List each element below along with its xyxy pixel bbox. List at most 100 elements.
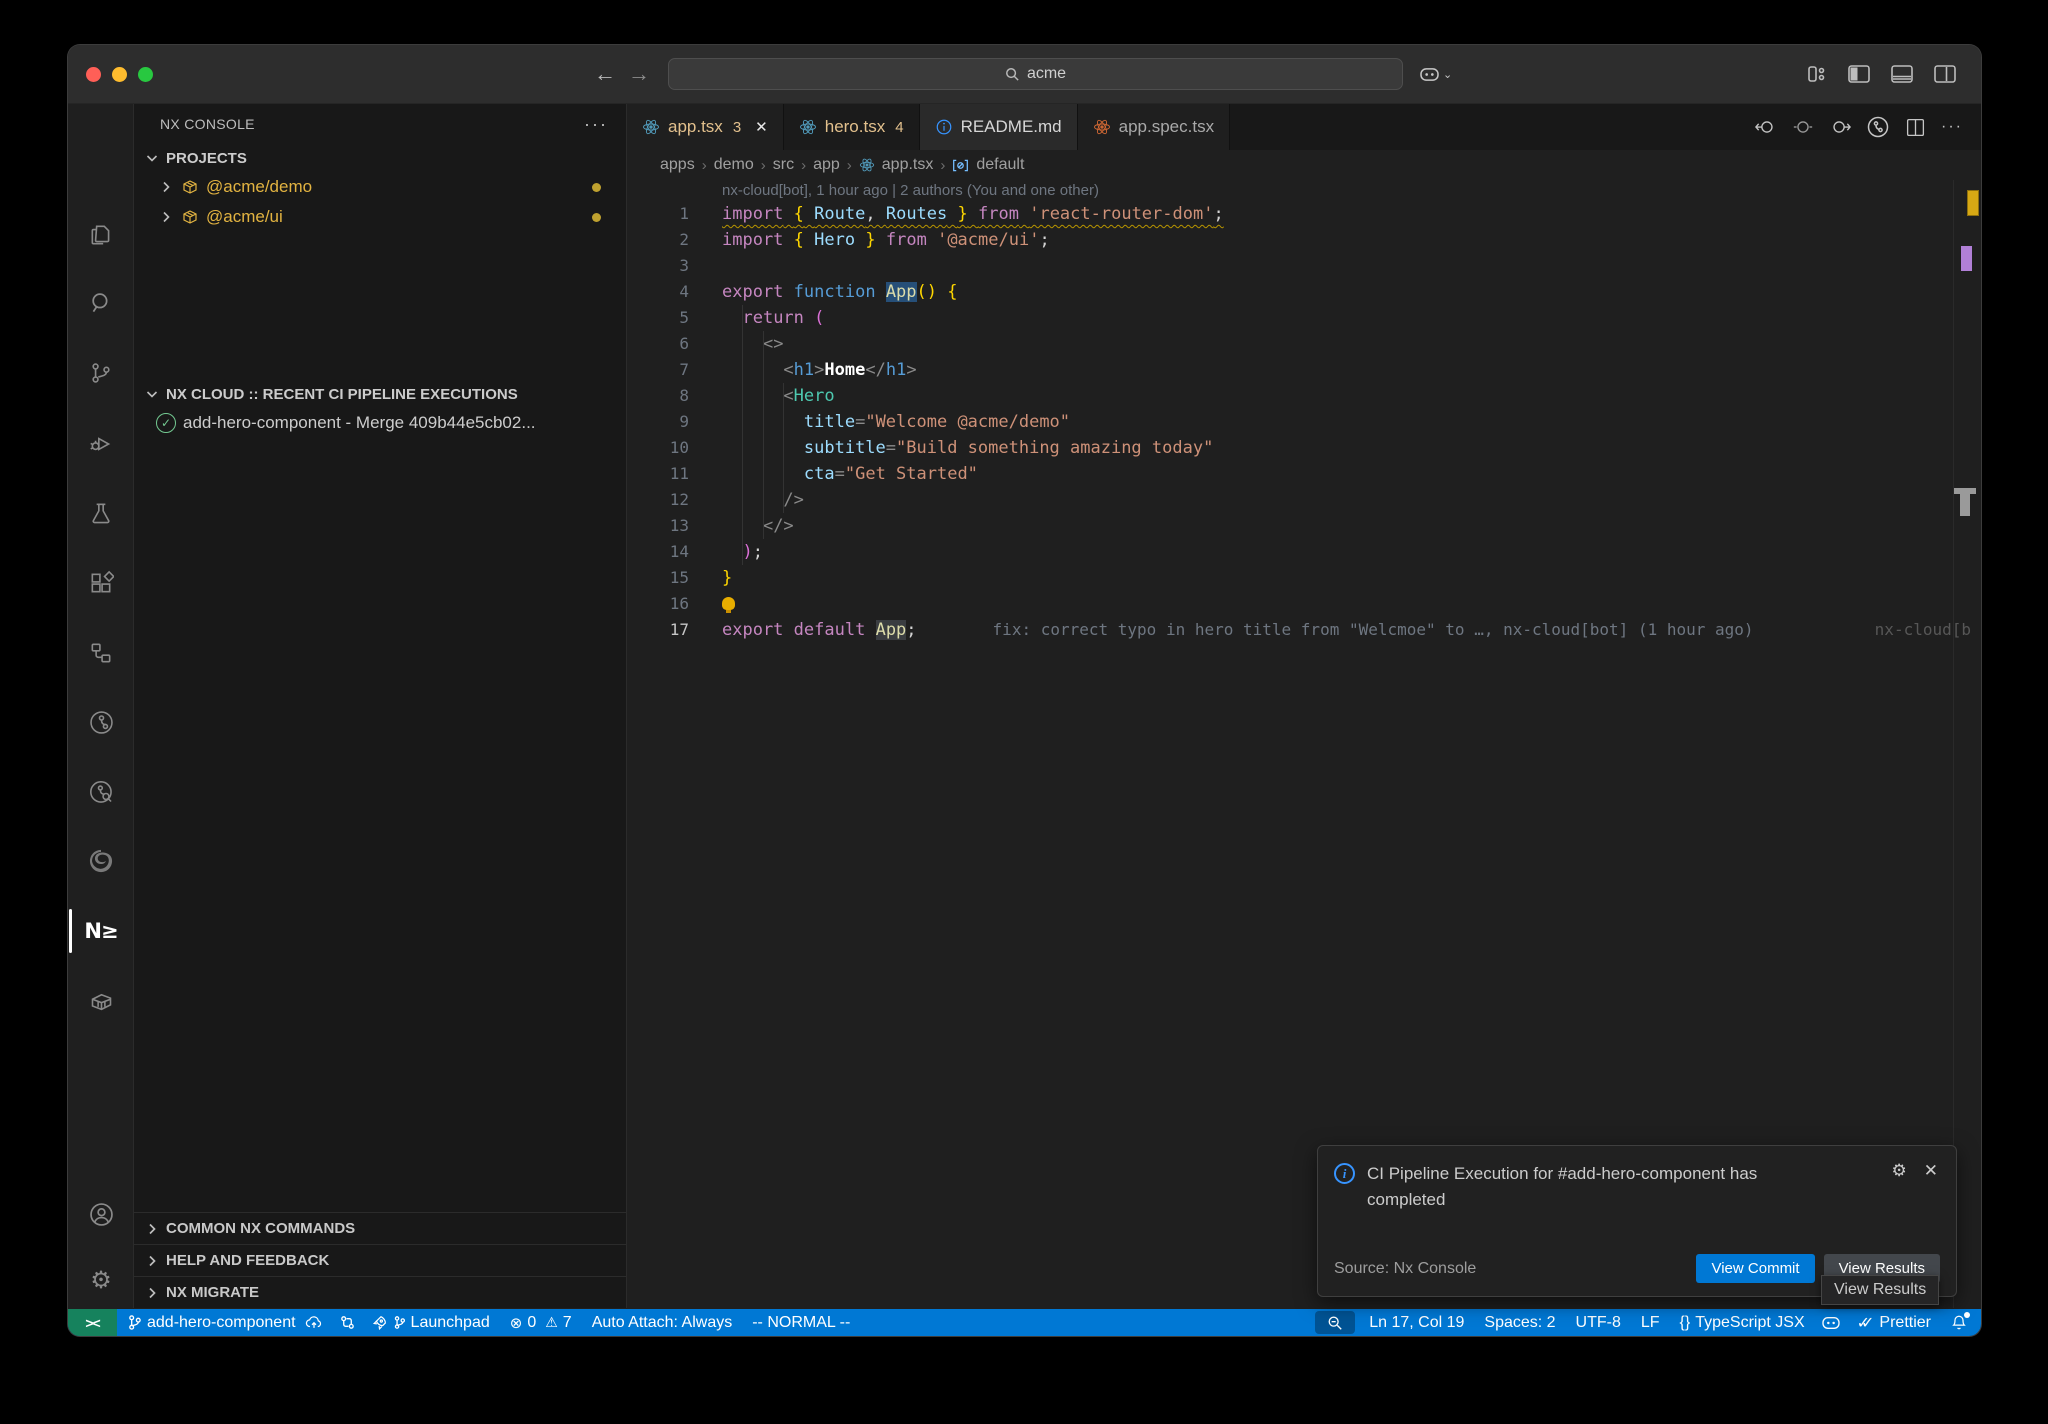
overview-ruler[interactable] [1953, 180, 1981, 1308]
split-editor-icon[interactable] [1905, 117, 1926, 138]
tab-app-spec-tsx[interactable]: app.spec.tsx [1078, 104, 1230, 150]
eol-item[interactable]: LF [1631, 1309, 1670, 1336]
section-common-nx-commands[interactable]: COMMON NX COMMANDS [134, 1212, 626, 1244]
toggle-secondary-sidebar-icon[interactable] [1933, 64, 1957, 84]
code-editor[interactable]: nx-cloud[bot], 1 hour ago | 2 authors (Y… [627, 180, 1981, 1308]
launchpad-status-item[interactable]: Launchpad [362, 1309, 500, 1336]
view-commit-button[interactable]: View Commit [1696, 1254, 1814, 1283]
gitlens-back-icon[interactable] [1755, 118, 1777, 136]
close-icon[interactable]: ✕ [755, 118, 768, 136]
project-item-acme-demo[interactable]: @acme/demo [134, 172, 626, 202]
toggle-sidebar-icon[interactable] [1847, 64, 1871, 84]
code-line[interactable]: 16 [627, 591, 1981, 617]
source-control-icon[interactable] [68, 349, 134, 397]
breadcrumb-item[interactable]: apps [660, 156, 695, 174]
code-line[interactable]: 2import { Hero } from '@acme/ui'; [627, 227, 1981, 253]
search-icon[interactable] [68, 279, 134, 327]
pipeline-execution-label: add-hero-component - Merge 409b44e5cb02.… [183, 413, 536, 433]
branch-small-icon [393, 1315, 406, 1330]
gear-icon[interactable]: ⚙ [1892, 1161, 1907, 1214]
more-actions-icon[interactable]: ··· [584, 114, 608, 135]
minimize-window-button[interactable] [112, 67, 127, 82]
layout-customize-icon[interactable] [1806, 64, 1828, 84]
more-actions-icon[interactable]: ··· [1941, 118, 1963, 136]
branch-name: add-hero-component [147, 1314, 296, 1332]
breadcrumb-item[interactable]: app [813, 156, 840, 174]
container-icon[interactable] [68, 977, 134, 1025]
account-icon[interactable] [68, 1190, 134, 1238]
code-line[interactable]: 14 ); [627, 539, 1981, 565]
edge-browser-icon[interactable] [68, 837, 134, 885]
projects-section: PROJECTS @acme/demo [134, 144, 626, 232]
react-icon [642, 118, 660, 136]
code-line[interactable]: 9 title="Welcome @acme/demo" [627, 409, 1981, 435]
vscode-window: ← → acme ⌄ [68, 45, 1981, 1336]
notifications-bell-item[interactable] [1941, 1309, 1981, 1336]
gitlens-inspect-icon[interactable] [68, 768, 134, 816]
code-line[interactable]: 12 /> [627, 487, 1981, 513]
section-nx-migrate[interactable]: NX MIGRATE [134, 1276, 626, 1308]
pipeline-execution-item[interactable]: ✓ add-hero-component - Merge 409b44e5cb0… [134, 408, 626, 438]
code-line[interactable]: 7 <h1>Home</h1> [627, 357, 1981, 383]
projects-section-header[interactable]: PROJECTS [134, 144, 626, 172]
nx-console-icon[interactable]: N≥ [68, 907, 134, 955]
modified-dot [592, 183, 601, 192]
language-mode-item[interactable]: {} TypeScript JSX [1670, 1309, 1815, 1336]
project-graph-icon[interactable] [68, 629, 134, 677]
command-center-search[interactable]: acme [668, 58, 1403, 90]
vim-mode-status-item[interactable]: -- NORMAL -- [742, 1309, 860, 1336]
project-item-acme-ui[interactable]: @acme/ui [134, 202, 626, 232]
tab-readme-md[interactable]: README.md [920, 104, 1078, 150]
code-line[interactable]: 10 subtitle="Build something amazing tod… [627, 435, 1981, 461]
breadcrumb-item[interactable]: app.tsx [882, 156, 934, 174]
formatter-status-item[interactable]: ✓✓ Prettier [1847, 1309, 1941, 1336]
gitlens-forward-icon[interactable] [1829, 118, 1851, 136]
view-results-tooltip: View Results [1821, 1275, 1939, 1305]
commit-graph-icon[interactable] [1866, 115, 1890, 139]
code-line[interactable]: 15} [627, 565, 1981, 591]
copilot-status-item[interactable] [1815, 1309, 1847, 1336]
breadcrumb-item[interactable]: default [976, 156, 1024, 174]
magnifier-minus-icon [1327, 1315, 1343, 1331]
tab-hero-tsx[interactable]: hero.tsx 4 [784, 104, 920, 150]
problems-status-item[interactable]: ⊗ 0 ⚠ 7 [500, 1309, 582, 1336]
nx-cloud-section-header[interactable]: NX CLOUD :: RECENT CI PIPELINE EXECUTION… [134, 380, 626, 408]
encoding-item[interactable]: UTF-8 [1566, 1309, 1631, 1336]
history-forward-icon[interactable]: → [622, 61, 656, 87]
zoom-window-button[interactable] [138, 67, 153, 82]
close-window-button[interactable] [86, 67, 101, 82]
code-line[interactable]: 3 [627, 253, 1981, 279]
cursor-position-item[interactable]: Ln 17, Col 19 [1359, 1309, 1474, 1336]
copilot-menu-button[interactable]: ⌄ [1419, 66, 1452, 83]
lightbulb-icon[interactable] [722, 597, 735, 610]
run-debug-icon[interactable] [68, 420, 134, 468]
code-line[interactable]: 8 <Hero [627, 383, 1981, 409]
code-line[interactable]: 6 <> [627, 331, 1981, 357]
testing-icon[interactable] [68, 489, 134, 537]
explorer-icon[interactable] [68, 211, 134, 259]
remote-indicator[interactable]: >< [68, 1309, 117, 1336]
code-line[interactable]: 1import { Route, Routes } from 'react-ro… [627, 201, 1981, 227]
code-line[interactable]: 13 </> [627, 513, 1981, 539]
auto-attach-status-item[interactable]: Auto Attach: Always [582, 1309, 743, 1336]
blame-header: nx-cloud[bot], 1 hour ago | 2 authors (Y… [627, 180, 1981, 201]
gitlens-current-icon[interactable] [1792, 118, 1814, 136]
gitlens-icon[interactable] [68, 698, 134, 746]
gear-icon[interactable]: ⚙ [68, 1256, 134, 1304]
extensions-icon[interactable] [68, 559, 134, 607]
breadcrumb-item[interactable]: demo [714, 156, 754, 174]
history-back-icon[interactable]: ← [588, 61, 622, 87]
code-line[interactable]: 11 cta="Get Started" [627, 461, 1981, 487]
screencast-zoom-item[interactable] [1315, 1311, 1355, 1334]
branch-status-item[interactable]: add-hero-component [117, 1309, 333, 1336]
close-icon[interactable]: ✕ [1924, 1161, 1938, 1214]
compare-status-item[interactable] [333, 1309, 362, 1336]
breadcrumb-item[interactable]: src [773, 156, 794, 174]
indentation-item[interactable]: Spaces: 2 [1474, 1309, 1565, 1336]
code-line[interactable]: 4export function App() { [627, 279, 1981, 305]
section-help-and-feedback[interactable]: HELP AND FEEDBACK [134, 1244, 626, 1276]
toggle-panel-icon[interactable] [1890, 64, 1914, 84]
code-line[interactable]: 17export default App;fix: correct typo i… [627, 617, 1981, 643]
code-line[interactable]: 5 return ( [627, 305, 1981, 331]
tab-app-tsx[interactable]: app.tsx 3 ✕ [627, 104, 784, 150]
